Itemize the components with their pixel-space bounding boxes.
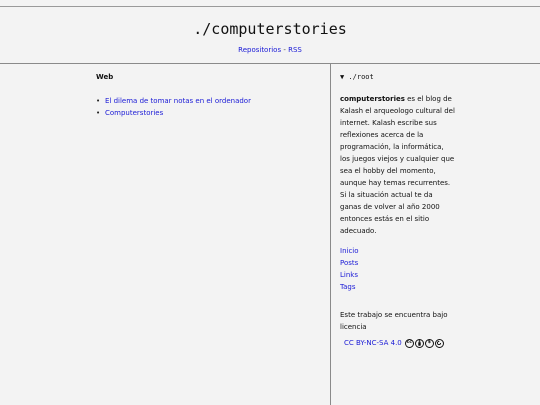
by-icon bbox=[414, 338, 424, 348]
nav-inicio[interactable]: Inicio bbox=[340, 245, 455, 257]
main-content: Web El dilema de tomar notas en el orden… bbox=[96, 73, 326, 119]
site-title[interactable]: ./computerstories bbox=[0, 20, 540, 38]
license-link[interactable]: CC BY-NC-SA 4.0 bbox=[344, 337, 402, 349]
post-list: El dilema de tomar notas en el ordenador… bbox=[96, 95, 326, 119]
license-text: Este trabajo se encuentra bajo licencia bbox=[340, 311, 448, 331]
cc-icon: cc bbox=[404, 338, 414, 348]
nav-links[interactable]: Links bbox=[340, 269, 455, 281]
section-title: Web bbox=[96, 73, 114, 81]
root-toggle[interactable]: ▼ ./root bbox=[340, 71, 455, 83]
license-icons: cc $ bbox=[404, 338, 444, 348]
sidebar-divider bbox=[330, 64, 331, 405]
nav-tags[interactable]: Tags bbox=[340, 281, 455, 293]
repositorios-link[interactable]: Repositorios bbox=[238, 46, 281, 54]
list-item: El dilema de tomar notas en el ordenador bbox=[96, 95, 326, 107]
sidebar: ▼ ./root computerstories es el blog de K… bbox=[340, 71, 455, 349]
nav-posts[interactable]: Posts bbox=[340, 257, 455, 269]
header-divider bbox=[0, 63, 540, 64]
site-header: ./computerstories Repositorios - RSS bbox=[0, 7, 540, 63]
bio-name: computerstories bbox=[340, 95, 405, 103]
nc-icon: $ bbox=[424, 338, 434, 348]
bio: computerstories es el blog de Kalash el … bbox=[340, 93, 455, 237]
post-link[interactable]: Computerstories bbox=[105, 109, 163, 117]
list-item: Computerstories bbox=[96, 107, 326, 119]
sa-icon bbox=[434, 338, 444, 348]
license-row: CC BY-NC-SA 4.0 cc $ bbox=[340, 337, 455, 349]
bio-text: es el blog de Kalash el arqueologo cultu… bbox=[340, 95, 455, 235]
post-link[interactable]: El dilema de tomar notas en el ordenador bbox=[105, 97, 251, 105]
header-nav: Repositorios - RSS bbox=[0, 46, 540, 54]
rss-link[interactable]: RSS bbox=[288, 46, 302, 54]
sidebar-nav: Inicio Posts Links Tags bbox=[340, 245, 455, 293]
